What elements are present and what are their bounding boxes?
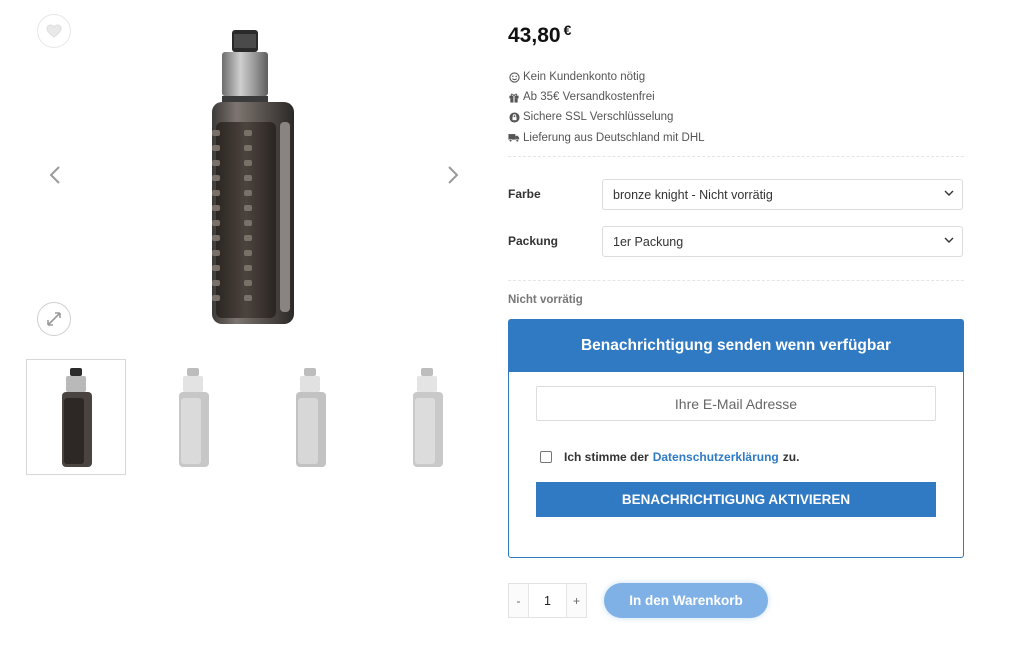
divider bbox=[508, 156, 964, 157]
chevron-left-icon bbox=[49, 166, 60, 184]
thumbnail-2[interactable] bbox=[143, 359, 243, 475]
thumbnail-1[interactable] bbox=[26, 359, 126, 475]
gift-icon bbox=[508, 91, 520, 103]
notify-box: Benachrichtigung senden wenn verfügbar I… bbox=[508, 319, 964, 558]
quantity-input[interactable]: 1 bbox=[528, 584, 567, 617]
feature-text: Lieferung aus Deutschland mit DHL bbox=[523, 131, 705, 144]
feature-text: Kein Kundenkonto nötig bbox=[523, 71, 646, 84]
thumbnail-3[interactable] bbox=[260, 359, 360, 475]
feature-item: Ab 35€ Versandkostenfrei bbox=[508, 87, 705, 107]
thumbnail-strip bbox=[26, 359, 476, 475]
price-currency: € bbox=[563, 22, 572, 38]
product-price: 43,80 € bbox=[508, 22, 572, 48]
consent-suffix: zu. bbox=[782, 450, 800, 464]
activate-notification-button[interactable]: BENACHRICHTIGUNG AKTIVIEREN bbox=[536, 482, 936, 517]
feature-text: Sichere SSL Verschlüsselung bbox=[523, 111, 674, 124]
packung-selected-value: 1er Packung bbox=[613, 234, 684, 249]
smile-icon bbox=[508, 71, 520, 83]
feature-item: Sichere SSL Verschlüsselung bbox=[508, 107, 705, 127]
farbe-label: Farbe bbox=[508, 187, 541, 201]
feature-text: Ab 35€ Versandkostenfrei bbox=[523, 91, 655, 104]
thumbnail-image bbox=[62, 368, 92, 467]
packung-select[interactable]: 1er Packung bbox=[602, 226, 963, 257]
consent-prefix: Ich stimme der bbox=[564, 450, 649, 464]
packung-label: Packung bbox=[508, 234, 559, 248]
quantity-plus-button[interactable]: + bbox=[567, 584, 586, 617]
main-product-image[interactable] bbox=[200, 22, 310, 327]
gallery-prev-button[interactable] bbox=[40, 160, 70, 190]
price-amount: 43,80 bbox=[508, 24, 561, 47]
consent-checkbox[interactable] bbox=[540, 451, 552, 463]
stock-status: Nicht vorrätig bbox=[508, 294, 583, 306]
quantity-minus-button[interactable]: - bbox=[509, 584, 528, 617]
chevron-down-icon bbox=[944, 237, 954, 243]
heart-icon bbox=[46, 24, 62, 38]
privacy-policy-link[interactable]: Datenschutzerklärung bbox=[653, 450, 779, 464]
add-to-cart-button[interactable]: In den Warenkorb bbox=[604, 583, 768, 618]
gallery-next-button[interactable] bbox=[438, 160, 468, 190]
feature-item: Lieferung aus Deutschland mit DHL bbox=[508, 128, 705, 148]
feature-item: Kein Kundenkonto nötig bbox=[508, 67, 705, 87]
truck-icon bbox=[508, 132, 520, 144]
chevron-right-icon bbox=[448, 166, 459, 184]
divider bbox=[508, 280, 964, 281]
thumbnail-image bbox=[179, 368, 209, 467]
zoom-button[interactable] bbox=[37, 302, 71, 336]
feature-list: Kein Kundenkonto nötig Ab 35€ Versandkos… bbox=[508, 67, 705, 148]
farbe-selected-value: bronze knight - Nicht vorrätig bbox=[613, 187, 773, 202]
thumbnail-4[interactable] bbox=[377, 359, 477, 475]
quantity-stepper: - 1 + bbox=[508, 583, 587, 618]
notify-title: Benachrichtigung senden wenn verfügbar bbox=[509, 320, 963, 372]
thumbnail-image bbox=[413, 368, 443, 467]
wishlist-button[interactable] bbox=[37, 14, 71, 48]
consent-row: Ich stimme der Datenschutzerklärung zu. bbox=[540, 450, 799, 464]
email-input[interactable] bbox=[536, 386, 936, 421]
lock-icon bbox=[508, 111, 520, 123]
expand-icon bbox=[47, 312, 61, 326]
farbe-select[interactable]: bronze knight - Nicht vorrätig bbox=[602, 179, 963, 210]
product-gallery bbox=[0, 0, 490, 654]
thumbnail-image bbox=[296, 368, 326, 467]
chevron-down-icon bbox=[944, 190, 954, 196]
